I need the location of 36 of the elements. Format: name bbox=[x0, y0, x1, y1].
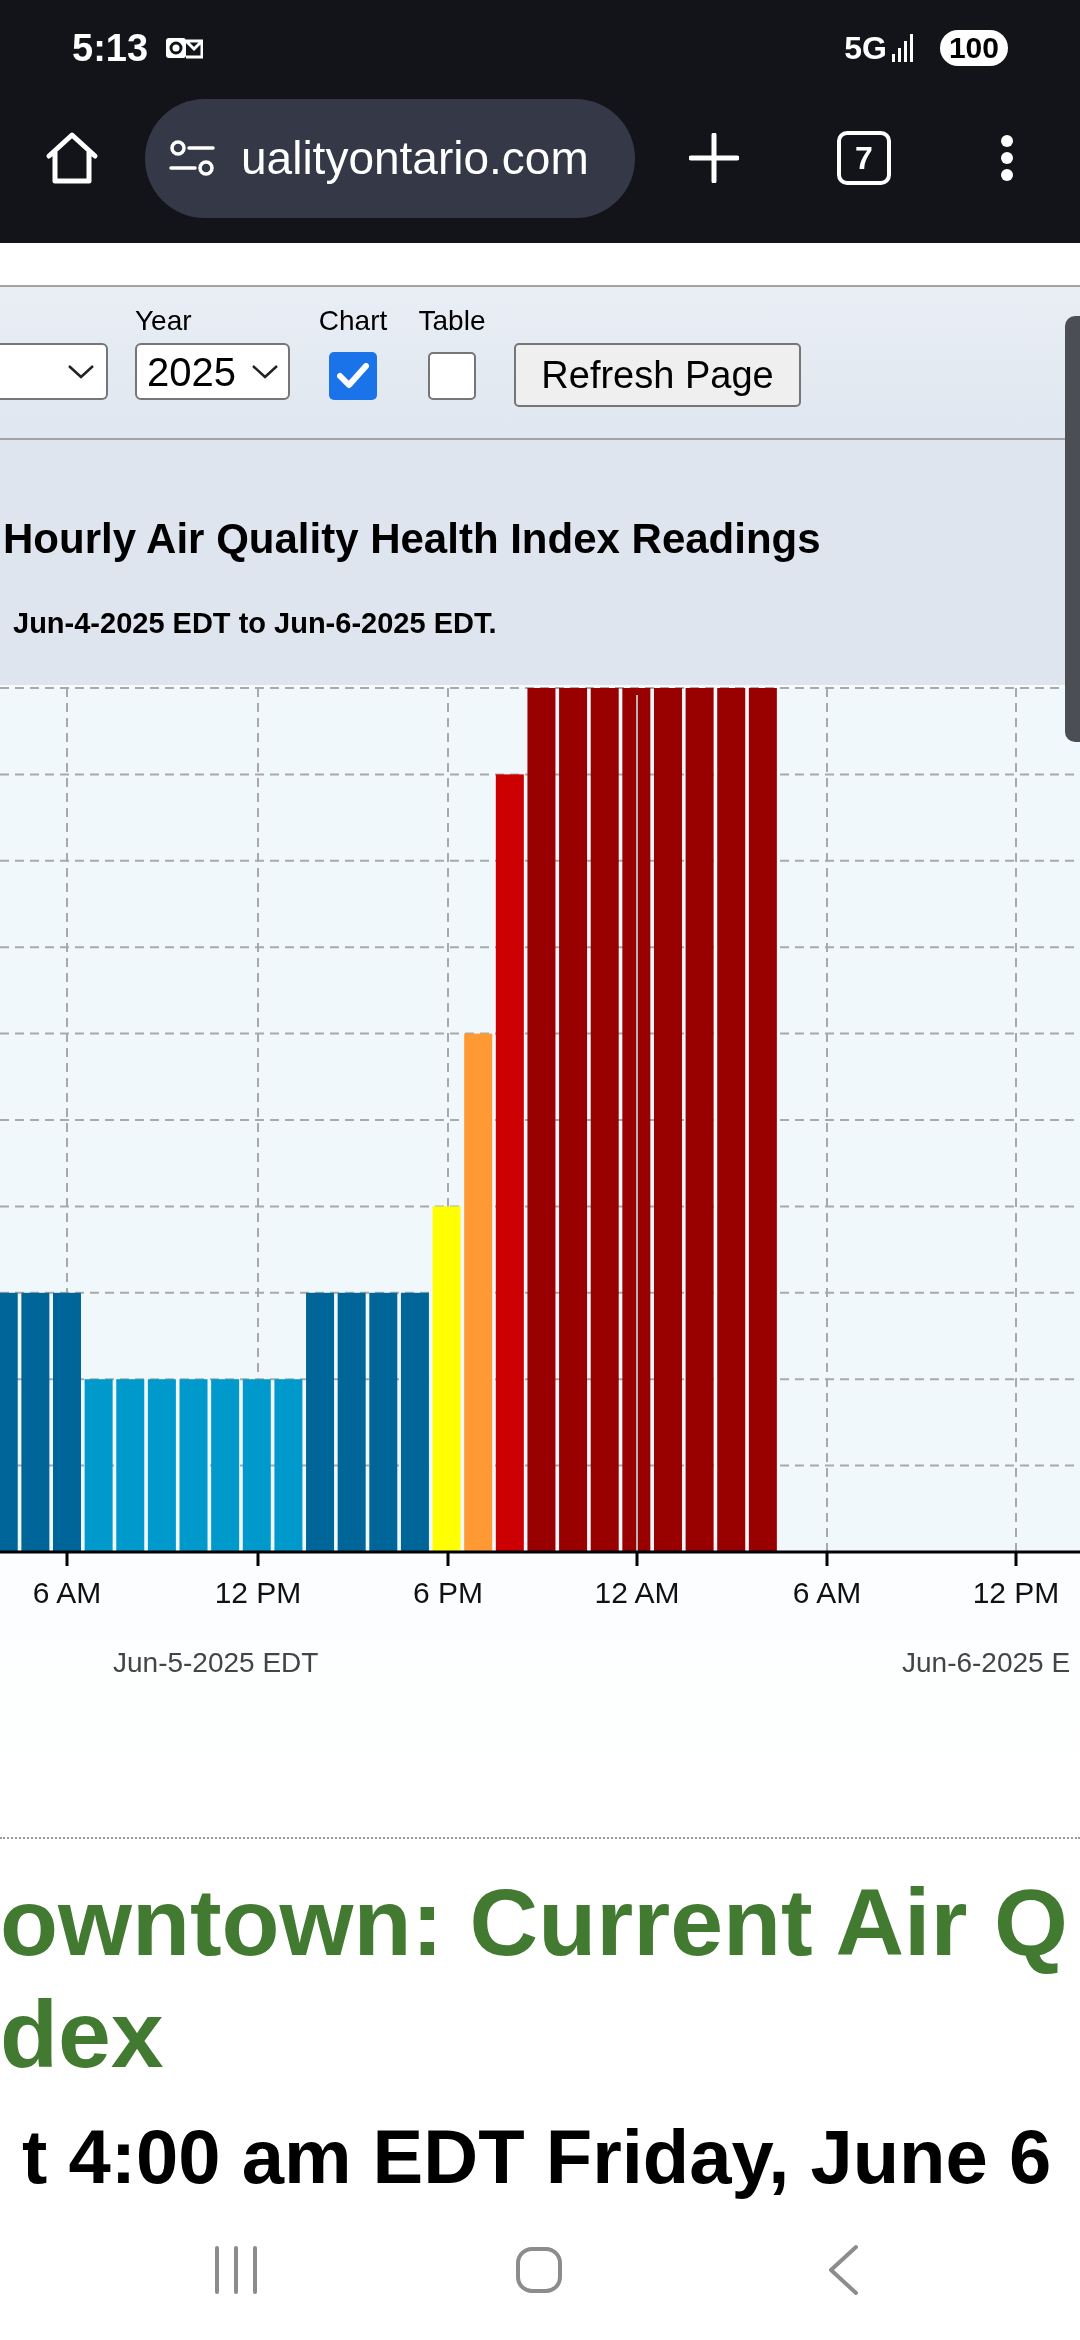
checkbox[interactable] bbox=[329, 352, 377, 400]
chevron-down-icon bbox=[68, 364, 94, 379]
chevron-down-icon bbox=[252, 364, 278, 379]
axis-label: 6 AM bbox=[32, 1576, 102, 1609]
year-label: Year bbox=[135, 306, 192, 336]
address-bar[interactable]: ualityontario.com bbox=[145, 98, 635, 218]
date-label: Jun-5-2025 EDT bbox=[113, 1647, 319, 1678]
section-heading: dex bbox=[0, 1980, 164, 2089]
checkbox-label: Chart bbox=[318, 306, 388, 336]
back-icon[interactable] bbox=[827, 2244, 859, 2296]
dropdown[interactable] bbox=[0, 343, 108, 400]
plus-icon[interactable] bbox=[689, 133, 739, 183]
status-time: 5:13 bbox=[72, 29, 149, 67]
chart-title: Hourly Air Quality Health Index Readings bbox=[3, 514, 821, 564]
axis-label: 12 PM bbox=[214, 1576, 302, 1609]
mail-icon bbox=[165, 35, 204, 61]
year-dropdown[interactable]: 2025 bbox=[135, 343, 290, 400]
tab-switcher-button[interactable]: 7 bbox=[837, 131, 891, 185]
tune-icon[interactable] bbox=[169, 140, 215, 176]
chart-subtitle: Jun-4-2025 EDT to Jun-6-2025 EDT. bbox=[13, 606, 497, 640]
recent-apps-icon[interactable] bbox=[213, 2245, 259, 2295]
checkbox-label: Table bbox=[418, 306, 486, 336]
network-type: 5G bbox=[844, 32, 887, 64]
section-heading: owntown: Current Air Q bbox=[0, 1868, 1068, 1977]
axis-label: 12 PM bbox=[972, 1576, 1060, 1609]
date-label: Jun-6-2025 E bbox=[902, 1647, 1071, 1678]
axis-label: 6 PM bbox=[413, 1576, 483, 1609]
checkbox[interactable] bbox=[428, 352, 476, 400]
scrollbar-thumb[interactable] bbox=[1065, 316, 1080, 742]
more-options-icon[interactable] bbox=[1000, 134, 1014, 182]
axis-label: 6 AM bbox=[792, 1576, 862, 1609]
battery-indicator: 100 bbox=[939, 30, 1008, 66]
check-icon bbox=[337, 363, 369, 389]
signal-icon bbox=[891, 34, 914, 62]
axis-label: 12 AM bbox=[594, 1576, 680, 1609]
refresh-page-button[interactable]: Refresh Page bbox=[514, 343, 801, 407]
